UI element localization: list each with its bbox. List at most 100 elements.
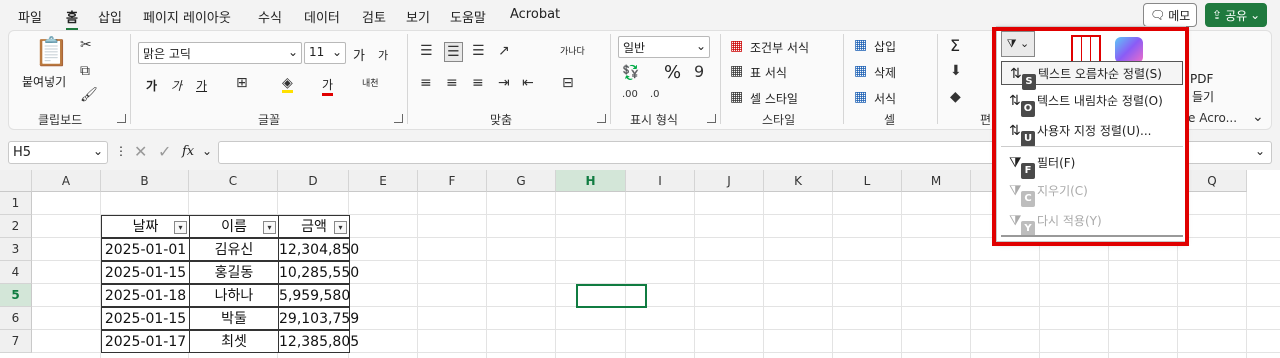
phonetic-button[interactable]: 내천 — [362, 76, 379, 89]
comma-icon[interactable]: 9 — [694, 64, 704, 80]
paste-label[interactable]: 붙여넣기 — [22, 73, 66, 90]
cell-style-button[interactable]: 셀 스타일 — [750, 90, 798, 107]
number-format-combo[interactable]: 일반 ⌄ — [618, 36, 710, 58]
column-header-e[interactable]: E — [349, 170, 418, 192]
table-header-cell[interactable]: 날짜 ▾ — [101, 215, 190, 238]
border-icon[interactable]: ⊞ — [236, 76, 248, 90]
alignment-launcher-icon[interactable] — [597, 114, 606, 123]
column-header-m[interactable]: M — [902, 170, 971, 192]
table-cell[interactable]: 12,304,850 — [278, 238, 359, 261]
tab-data[interactable]: 데이터 — [304, 7, 340, 26]
table-cell[interactable]: 5,959,580 — [278, 284, 350, 307]
align-bottom-icon[interactable]: ☰ — [472, 44, 485, 58]
tab-review[interactable]: 검토 — [362, 7, 386, 26]
row-header-1[interactable]: 1 — [0, 192, 32, 215]
column-header-f[interactable]: F — [418, 170, 487, 192]
percent-button[interactable]: % — [664, 62, 681, 83]
table-cell[interactable]: 10,285,550 — [278, 261, 359, 284]
table-header-cell[interactable]: 금액 ▾ — [278, 215, 350, 238]
bold-button[interactable]: 가 — [146, 77, 157, 94]
table-cell[interactable]: 29,103,759 — [278, 307, 359, 330]
increase-decimal-icon[interactable]: .00 — [622, 90, 638, 100]
column-header-l[interactable]: L — [833, 170, 902, 192]
pdf-label[interactable]: PDF — [1190, 72, 1213, 86]
table-cell[interactable]: 홍길동 — [189, 261, 279, 284]
indent-icon[interactable]: ⇥ — [498, 76, 510, 90]
filter-dropdown-icon[interactable]: ▾ — [263, 221, 276, 234]
column-header-g[interactable]: G — [487, 170, 556, 192]
tab-home[interactable]: 홈 — [66, 7, 78, 31]
row-header-3[interactable]: 3 — [0, 238, 32, 261]
table-cell[interactable]: 2025-01-15 — [101, 261, 190, 284]
clipboard-launcher-icon[interactable] — [117, 114, 126, 123]
clear-icon[interactable]: ◆ — [950, 90, 961, 104]
font-color-button[interactable]: 가 — [322, 76, 334, 96]
column-header-d[interactable]: D — [278, 170, 349, 192]
select-all-corner[interactable] — [0, 170, 32, 192]
share-button[interactable]: ⇪ 공유 ⌄ — [1205, 3, 1268, 27]
tab-formulas[interactable]: 수식 — [258, 7, 282, 26]
table-cell[interactable]: 박둘 — [189, 307, 279, 330]
format-cells-button[interactable]: 서식 — [874, 90, 896, 107]
pdf-label-2[interactable]: 들기 — [1192, 88, 1214, 105]
fill-color-icon[interactable]: ◈ — [282, 76, 293, 93]
align-middle-icon[interactable]: ☰ — [444, 42, 463, 62]
decrease-font-button[interactable]: 가 — [378, 47, 388, 63]
align-center-icon[interactable]: ≡ — [446, 76, 458, 90]
format-painter-icon[interactable]: 🖌 — [80, 88, 98, 102]
row-header-4[interactable]: 4 — [0, 261, 32, 284]
table-cell[interactable]: 2025-01-15 — [101, 307, 190, 330]
column-header-i[interactable]: I — [626, 170, 695, 192]
tab-page-layout[interactable]: 페이지 레이아웃 — [143, 7, 231, 26]
filter-dropdown-icon[interactable]: ▾ — [334, 221, 347, 234]
row-header-6[interactable]: 6 — [0, 307, 32, 330]
row-header-5[interactable]: 5 — [0, 284, 32, 307]
memo-button[interactable]: 🗨 메모 — [1143, 3, 1198, 27]
orientation-icon[interactable]: ↗ — [498, 44, 510, 58]
font-size-combo[interactable]: 11 ⌄ — [304, 42, 346, 64]
column-header-j[interactable]: J — [695, 170, 764, 192]
table-header-cell[interactable]: 이름 ▾ — [189, 215, 279, 238]
font-launcher-icon[interactable] — [394, 114, 403, 123]
wrap-text-button[interactable]: 가나다 — [560, 44, 585, 57]
number-launcher-icon[interactable] — [707, 114, 716, 123]
table-cell[interactable]: 2025-01-18 — [101, 284, 190, 307]
paste-icon[interactable]: 📋 — [34, 38, 69, 66]
column-header-c[interactable]: C — [189, 170, 278, 192]
table-cell[interactable]: 2025-01-17 — [101, 330, 190, 353]
table-cell[interactable]: 최셋 — [189, 330, 279, 353]
column-header-k[interactable]: K — [764, 170, 833, 192]
tab-insert[interactable]: 삽입 — [98, 7, 122, 26]
row-header-2[interactable]: 2 — [0, 215, 32, 238]
decrease-decimal-icon[interactable]: .0 — [650, 90, 660, 100]
fill-icon[interactable]: ⬇ — [950, 64, 962, 78]
tab-file[interactable]: 파일 — [18, 7, 42, 26]
currency-icon[interactable]: 💱 — [622, 66, 639, 80]
table-format-button[interactable]: 표 서식 — [750, 64, 787, 81]
insert-function-button[interactable]: fx — [182, 144, 194, 159]
column-header-b[interactable]: B — [101, 170, 189, 192]
autosum-button[interactable]: Σ — [950, 36, 960, 55]
copy-icon[interactable]: ⧉ — [80, 64, 90, 78]
outdent-icon[interactable]: ⇤ — [522, 76, 534, 90]
align-right-icon[interactable]: ≡ — [472, 76, 484, 90]
table-cell[interactable]: 2025-01-01 — [101, 238, 190, 261]
italic-button[interactable]: 가 — [171, 77, 182, 94]
increase-font-button[interactable]: 가 — [353, 45, 365, 64]
tab-help[interactable]: 도움말 — [450, 7, 486, 26]
ribbon-collapse-icon[interactable]: ⌄ — [1252, 110, 1264, 124]
row-header-7[interactable]: 7 — [0, 330, 32, 353]
enter-icon[interactable]: ✓ — [158, 142, 171, 161]
cut-icon[interactable]: ✂ — [80, 38, 92, 52]
filter-dropdown-icon[interactable]: ▾ — [174, 221, 187, 234]
delete-cells-button[interactable]: 삭제 — [874, 64, 896, 81]
table-cell[interactable]: 김유신 — [189, 238, 279, 261]
insert-cells-button[interactable]: 삽입 — [874, 38, 896, 55]
name-box[interactable]: H5 ⌄ — [8, 141, 108, 164]
column-header-h[interactable]: H — [556, 170, 626, 192]
conditional-format-button[interactable]: 조건부 서식 — [750, 39, 809, 56]
merge-center-icon[interactable]: ⊟ — [562, 76, 574, 90]
table-cell[interactable]: 12,385,805 — [278, 330, 359, 353]
align-top-icon[interactable]: ☰ — [420, 44, 433, 58]
align-left-icon[interactable]: ≡ — [420, 76, 432, 90]
